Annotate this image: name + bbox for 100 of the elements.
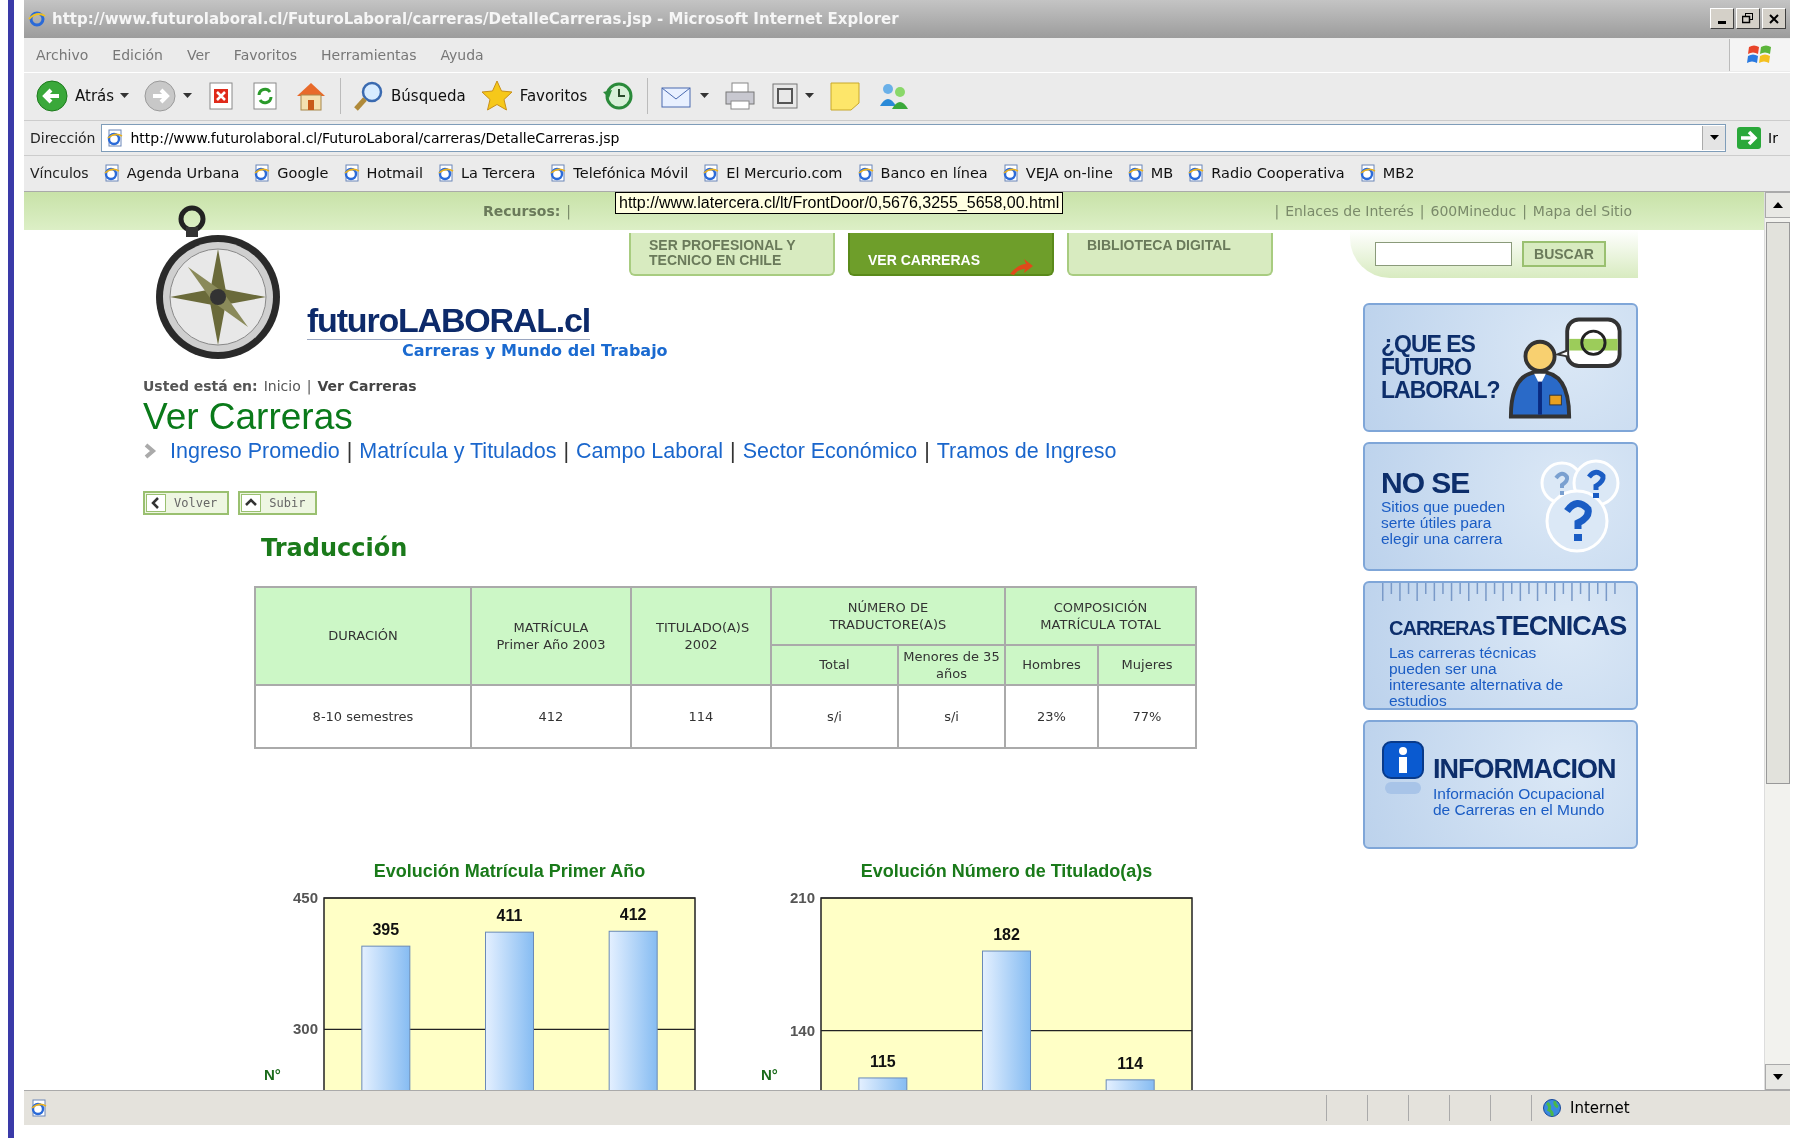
data-label: 182 <box>993 925 1020 943</box>
page-icon <box>106 128 125 147</box>
forward-icon <box>143 79 178 114</box>
card-text: Información Ocupacional de Carreras en el Mundo <box>1433 785 1606 818</box>
nav-tab[interactable]: BIBLIOTECA DIGITAL <box>1067 232 1273 276</box>
favorite-link[interactable]: Agenda Urbana <box>102 164 240 183</box>
axis-label: N° <box>264 1065 281 1083</box>
favorite-link[interactable]: Hotmail <box>342 164 424 183</box>
page-icon <box>1126 164 1145 183</box>
close-button[interactable] <box>1762 8 1786 30</box>
caret-icon <box>183 93 193 100</box>
table-cell: 23% <box>1005 684 1098 748</box>
column-header: TITULADO(A)S 2002 <box>631 586 771 685</box>
scroll-down-button[interactable] <box>1765 1064 1790 1091</box>
data-label: 115 <box>869 1052 896 1070</box>
nav-tab[interactable]: SER PROFESIONAL Y TECNICO EN CHILE <box>629 232 835 276</box>
address-field[interactable]: http://www.futurolaboral.cl/FuturoLaboral/carreras/DetalleCarreras.jsp <box>101 123 1727 152</box>
page-icon <box>437 164 456 183</box>
data-label: 412 <box>619 906 647 924</box>
promo-card[interactable]: ¿QUE ES FUTURO LABORAL? <box>1363 303 1638 433</box>
menu-item[interactable]: Archivo <box>36 46 89 63</box>
card-title: INFORMACION <box>1433 752 1616 786</box>
search-button[interactable]: Búsqueda <box>348 78 471 115</box>
menu-item[interactable]: Favoritos <box>233 46 298 63</box>
page-icon <box>30 1099 48 1117</box>
chart-title: Evolución Número de Titulado(a)s <box>859 859 1154 883</box>
page-icon <box>1187 164 1206 183</box>
scroll-up-button[interactable] <box>1765 191 1790 218</box>
section-link[interactable]: Ingreso Promedio <box>170 438 340 463</box>
promo-card[interactable]: NO SE Sitios que pueden serte útiles para elegir una carrera <box>1363 442 1638 572</box>
favorite-link[interactable]: Google <box>253 164 329 183</box>
favorites-button[interactable]: Favoritos <box>474 78 593 115</box>
breadcrumb-link[interactable]: Inicio <box>263 376 301 395</box>
page-icon <box>856 164 875 183</box>
chart-title: Evolución Matrícula Primer Año <box>372 859 647 883</box>
favorite-link[interactable]: El Mercurio.com <box>702 164 843 183</box>
search-field[interactable] <box>1375 241 1512 266</box>
top-button[interactable]: Subir <box>238 490 318 515</box>
favorite-link[interactable]: Telefónica Móvil <box>549 164 689 183</box>
favorite-link[interactable]: La Tercera <box>437 164 536 183</box>
globe-icon <box>1542 1098 1562 1118</box>
card-title-prefix: CARRERAS <box>1389 616 1495 640</box>
search-button[interactable]: BUSCAR <box>1522 240 1606 267</box>
section-link[interactable]: Tramos de Ingreso <box>936 438 1117 463</box>
page-icon <box>702 164 721 183</box>
menu-item[interactable]: Ver <box>187 46 210 63</box>
go-button[interactable]: Ir <box>1732 125 1786 150</box>
caret-down-icon <box>1773 1074 1783 1081</box>
card-text: Sitios que pueden serte útiles para elegir una carrera <box>1381 498 1507 547</box>
dropdown-button[interactable] <box>1702 125 1726 150</box>
separator-text: | <box>924 438 930 463</box>
chevron-up-icon <box>241 493 262 512</box>
page-icon <box>253 164 272 183</box>
page-icon <box>549 164 568 183</box>
caret-icon <box>805 93 815 100</box>
section-link[interactable]: Sector Económico <box>742 438 918 463</box>
favorite-link[interactable]: MB <box>1126 164 1174 183</box>
links-label: Vínculos <box>30 165 89 182</box>
caret-up-icon <box>1773 201 1783 208</box>
separator-text: | <box>306 376 312 395</box>
printer-icon <box>723 81 758 112</box>
column-header: NÚMERO DE TRADUCTORE(A)S <box>771 586 1005 645</box>
card-title: NO SE <box>1381 466 1471 499</box>
column-header: Hombres <box>1005 644 1098 685</box>
minimize-button[interactable] <box>1710 8 1734 30</box>
arrow-icon <box>1008 257 1034 276</box>
chevron-icon <box>143 442 157 459</box>
axis-label: N° <box>761 1065 778 1083</box>
page-title: Ver Carreras <box>143 396 354 437</box>
table-cell: 8-10 semestres <box>255 684 471 748</box>
menu-item[interactable]: Edición <box>112 46 163 63</box>
data-label: 411 <box>496 906 523 924</box>
column-header: Total <box>771 644 898 685</box>
scroll-thumb[interactable] <box>1766 221 1790 784</box>
favorite-link[interactable]: VEJA on-line <box>1001 164 1113 183</box>
back-button[interactable]: Atrás <box>30 77 135 116</box>
menu-item[interactable]: Herramientas <box>321 46 417 63</box>
browser-icon <box>28 10 46 28</box>
favorite-link[interactable]: Radio Cooperativa <box>1187 164 1345 183</box>
note-icon <box>828 80 863 113</box>
column-header: Mujeres <box>1098 644 1196 685</box>
favorite-link[interactable]: MB2 <box>1358 164 1415 183</box>
info-icon <box>1381 740 1425 797</box>
section-link[interactable]: Matrícula y Titulados <box>359 438 557 463</box>
separator-text: | <box>563 438 570 463</box>
separator-text: | <box>730 438 736 463</box>
favorite-link[interactable]: Banco en línea <box>856 164 988 183</box>
axis-tick-label: 300 <box>292 1020 318 1038</box>
restore-button[interactable] <box>1736 8 1760 30</box>
promo-card[interactable]: CARRERASTECNICAS Las carreras técnicas pueden ser una interesante alternativa de estudios <box>1363 581 1638 711</box>
scrollbar[interactable] <box>1764 191 1790 1091</box>
table-cell: s/i <box>771 684 898 748</box>
axis-tick-label: 210 <box>789 889 815 906</box>
table-cell: 77% <box>1098 684 1196 748</box>
page-icon <box>1358 164 1377 183</box>
window-icon <box>771 82 800 111</box>
section-link[interactable]: Campo Laboral <box>576 438 724 463</box>
promo-card[interactable]: INFORMACION Información Ocupacional de Carreras en el Mundo <box>1363 720 1638 850</box>
back-button[interactable]: Volver <box>143 490 230 515</box>
menu-item[interactable]: Ayuda <box>440 46 484 63</box>
